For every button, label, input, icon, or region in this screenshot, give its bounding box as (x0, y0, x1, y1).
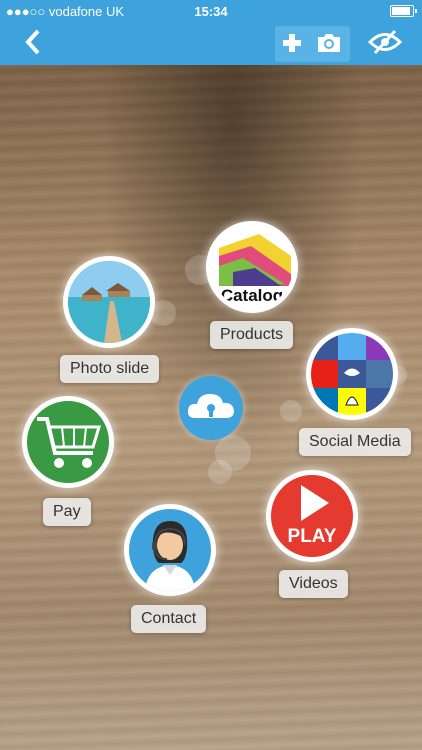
camera-button[interactable] (315, 31, 343, 60)
cloud-button[interactable] (179, 376, 243, 440)
contact-button[interactable] (124, 504, 216, 596)
social-media-label[interactable]: Social Media (299, 428, 411, 456)
back-button[interactable] (22, 28, 44, 61)
chevron-left-icon (25, 29, 40, 55)
status-bar: ●●●○○ vodafone UK 15:34 (0, 0, 422, 22)
catalog-icon: Catalog (219, 234, 291, 305)
play-text: PLAY (288, 526, 337, 547)
products-button[interactable]: Catalog (206, 221, 298, 313)
clock: 15:34 (194, 4, 228, 19)
pay-label[interactable]: Pay (43, 498, 91, 526)
camera-icon (318, 34, 340, 52)
shopping-cart-icon (37, 417, 102, 468)
catalog-logo-text: Catalog (221, 286, 283, 305)
photo-slide-button[interactable] (63, 256, 155, 348)
videos-button[interactable]: PLAY (266, 470, 358, 562)
hide-view-button[interactable] (367, 29, 403, 60)
contact-agent-icon (145, 521, 195, 591)
battery-fill (392, 7, 410, 15)
social-media-icon (311, 333, 393, 415)
products-label[interactable]: Products (210, 321, 294, 349)
photo-slide-label[interactable]: Photo slide (60, 355, 160, 383)
plus-icon (283, 34, 301, 52)
cloud-lock-icon (187, 394, 234, 418)
social-media-button[interactable] (306, 328, 398, 420)
bubble-decoration (280, 400, 302, 422)
bubble-decoration (208, 460, 232, 484)
play-icon: PLAY (288, 485, 337, 547)
contact-label[interactable]: Contact (131, 605, 207, 633)
eye-slash-icon (367, 29, 403, 55)
videos-label[interactable]: Videos (279, 570, 348, 598)
photo-slide-icon (68, 261, 150, 343)
battery-icon (390, 5, 417, 17)
add-button[interactable] (281, 32, 303, 59)
navigation-bar (0, 22, 422, 65)
pay-button[interactable] (22, 396, 114, 488)
